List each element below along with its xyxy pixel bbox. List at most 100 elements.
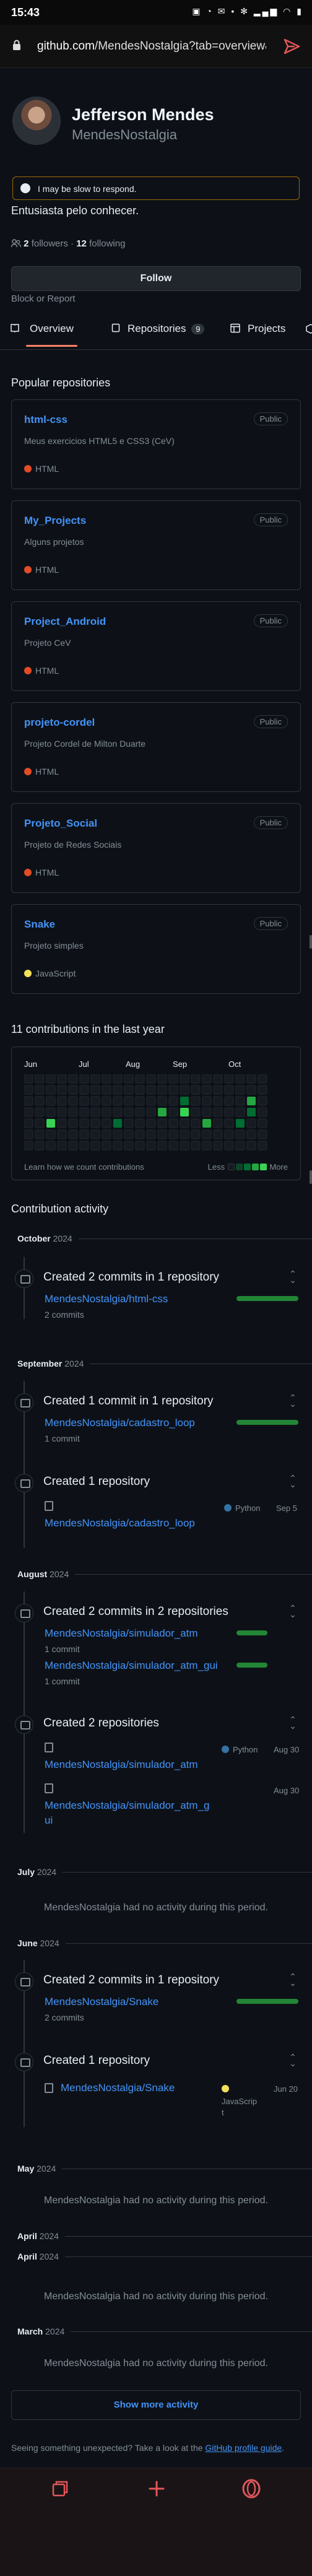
contribution-day-cell[interactable] <box>124 1085 134 1095</box>
contribution-day-cell[interactable] <box>213 1074 223 1084</box>
contribution-day-cell[interactable] <box>90 1129 100 1139</box>
contribution-day-cell[interactable] <box>258 1085 267 1095</box>
activity-repo-link[interactable]: MendesNostalgia/html-css <box>45 1293 168 1305</box>
contribution-day-cell[interactable] <box>124 1129 134 1139</box>
contribution-day-cell[interactable] <box>258 1096 267 1106</box>
contribution-day-cell[interactable] <box>24 1074 33 1084</box>
contribution-day-cell[interactable] <box>68 1141 78 1151</box>
contribution-day-cell[interactable] <box>146 1141 156 1151</box>
contribution-day-cell[interactable] <box>180 1141 189 1151</box>
tab-repositories[interactable]: Repositories 9 <box>111 323 205 335</box>
contribution-day-cell[interactable] <box>146 1085 156 1095</box>
block-report-link[interactable]: Block or Report <box>11 294 75 304</box>
followers-label[interactable]: followers <box>32 238 68 249</box>
activity-repo-link[interactable]: MendesNostalgia/cadastro_loop <box>45 1517 195 1530</box>
contribution-day-cell[interactable] <box>79 1118 89 1128</box>
browser-url-bar[interactable]: github.com/MendesNostalgia?tab=overview&… <box>0 25 312 68</box>
contribution-day-cell[interactable] <box>135 1118 145 1128</box>
contribution-day-cell[interactable] <box>102 1074 111 1084</box>
repo-name-link[interactable]: Snake <box>24 918 55 931</box>
repo-name-link[interactable]: My_Projects <box>24 515 86 527</box>
contribution-day-cell[interactable] <box>35 1107 45 1117</box>
contribution-day-cell[interactable] <box>113 1107 123 1117</box>
contribution-day-cell[interactable] <box>57 1141 67 1151</box>
contribution-day-cell[interactable] <box>202 1074 212 1084</box>
contribution-day-cell[interactable] <box>46 1129 56 1139</box>
contribution-day-cell[interactable] <box>35 1096 45 1106</box>
commit-count[interactable]: 2 commits <box>45 2012 84 2022</box>
contribution-day-cell[interactable] <box>180 1074 189 1084</box>
contribution-day-cell[interactable] <box>202 1119 211 1128</box>
user-status[interactable]: I may be slow to respond. <box>12 176 300 200</box>
repo-name-link[interactable]: projeto-cordel <box>24 716 95 729</box>
contribution-day-cell[interactable] <box>57 1074 67 1084</box>
contribution-day-cell[interactable] <box>124 1141 134 1151</box>
contribution-day-cell[interactable] <box>113 1141 123 1151</box>
contribution-day-cell[interactable] <box>68 1085 78 1095</box>
fold-toggle-icon[interactable]: ⌃ ⌄ <box>288 1972 297 1987</box>
contribution-day-cell[interactable] <box>191 1107 201 1117</box>
contribution-day-cell[interactable] <box>146 1118 156 1128</box>
contribution-day-cell[interactable] <box>168 1141 178 1151</box>
contribution-day-cell[interactable] <box>146 1074 156 1084</box>
commit-count[interactable]: 1 commit <box>45 1644 80 1654</box>
contribution-day-cell[interactable] <box>90 1141 100 1151</box>
contribution-day-cell[interactable] <box>235 1074 245 1084</box>
fold-toggle-icon[interactable]: ⌃ ⌄ <box>288 2053 297 2068</box>
contribution-day-cell[interactable] <box>102 1118 111 1128</box>
following-count[interactable]: 12 <box>76 238 87 249</box>
page-scroll-thumb[interactable] <box>310 935 312 949</box>
contribution-day-cell[interactable] <box>213 1118 223 1128</box>
activity-repo-link-wrap[interactable]: ui <box>45 1814 53 1827</box>
contribution-day-cell[interactable] <box>46 1107 56 1117</box>
contribution-day-cell[interactable] <box>235 1141 245 1151</box>
contribution-day-cell[interactable] <box>68 1107 78 1117</box>
contribution-day-cell[interactable] <box>191 1074 201 1084</box>
contribution-day-cell[interactable] <box>57 1107 67 1117</box>
contribution-day-cell[interactable] <box>35 1074 45 1084</box>
package-icon[interactable] <box>306 324 312 334</box>
activity-repo-link[interactable]: MendesNostalgia/cadastro_loop <box>45 1417 195 1429</box>
contribution-day-cell[interactable] <box>135 1129 145 1139</box>
contribution-day-cell[interactable] <box>135 1107 145 1117</box>
contribution-day-cell[interactable] <box>202 1096 212 1106</box>
contribution-day-cell[interactable] <box>57 1129 67 1139</box>
contribution-day-cell[interactable] <box>224 1107 234 1117</box>
tabs-icon[interactable] <box>51 2479 69 2498</box>
contribution-day-cell[interactable] <box>157 1129 167 1139</box>
contribution-day-cell[interactable] <box>90 1107 100 1117</box>
contribution-day-cell[interactable] <box>68 1096 78 1106</box>
new-tab-plus-icon[interactable] <box>147 2479 166 2498</box>
contribution-day-cell[interactable] <box>247 1097 256 1105</box>
contribution-day-cell[interactable] <box>180 1097 189 1105</box>
contribution-day-cell[interactable] <box>213 1085 223 1095</box>
contribution-day-cell[interactable] <box>157 1085 167 1095</box>
fold-toggle-icon[interactable]: ⌃ ⌄ <box>288 1474 297 1489</box>
contribution-day-cell[interactable] <box>168 1118 178 1128</box>
contribution-day-cell[interactable] <box>57 1118 67 1128</box>
opera-menu-icon[interactable] <box>241 2479 261 2499</box>
contribution-day-cell[interactable] <box>157 1141 167 1151</box>
contribution-day-cell[interactable] <box>180 1085 189 1095</box>
contribution-day-cell[interactable] <box>24 1118 33 1128</box>
contribution-day-cell[interactable] <box>35 1085 45 1095</box>
tab-projects[interactable]: Projects <box>230 323 285 335</box>
commit-count[interactable]: 1 commit <box>45 1434 80 1443</box>
contribution-day-cell[interactable] <box>168 1129 178 1139</box>
contribution-day-cell[interactable] <box>79 1074 89 1084</box>
contribution-day-cell[interactable] <box>102 1129 111 1139</box>
contribution-day-cell[interactable] <box>168 1074 178 1084</box>
contribution-day-cell[interactable] <box>246 1129 256 1139</box>
contribution-day-cell[interactable] <box>191 1129 201 1139</box>
contribution-day-cell[interactable] <box>236 1119 245 1128</box>
contribution-day-cell[interactable] <box>235 1096 245 1106</box>
contribution-day-cell[interactable] <box>246 1074 256 1084</box>
fold-toggle-icon[interactable]: ⌃ ⌄ <box>288 1604 297 1619</box>
contribution-day-cell[interactable] <box>224 1141 234 1151</box>
contribution-day-cell[interactable] <box>213 1141 223 1151</box>
contribution-day-cell[interactable] <box>24 1107 33 1117</box>
contribution-day-cell[interactable] <box>224 1096 234 1106</box>
contribution-day-cell[interactable] <box>235 1085 245 1095</box>
contribution-day-cell[interactable] <box>79 1141 89 1151</box>
contribution-day-cell[interactable] <box>224 1118 234 1128</box>
